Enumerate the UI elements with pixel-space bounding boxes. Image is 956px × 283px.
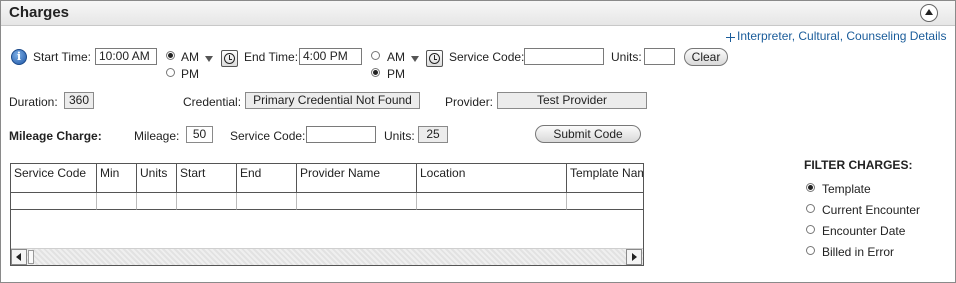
end-clock-icon[interactable]	[426, 50, 443, 67]
table-cell	[567, 193, 643, 210]
col-min[interactable]: Min	[97, 164, 137, 193]
col-service-code[interactable]: Service Code	[11, 164, 97, 193]
clear-button[interactable]: Clear	[684, 48, 728, 66]
mileage-units-value: 25	[418, 126, 448, 143]
end-pm-radio[interactable]	[371, 68, 380, 77]
table-cell	[177, 193, 237, 210]
scroll-thumb[interactable]	[28, 250, 34, 264]
collapse-up-icon[interactable]	[920, 4, 938, 22]
filter-charges-title: FILTER CHARGES:	[804, 158, 913, 172]
col-end[interactable]: End	[237, 164, 297, 193]
table-cell	[237, 193, 297, 210]
horizontal-scrollbar[interactable]	[11, 248, 643, 265]
table-cell	[11, 193, 97, 210]
charges-table: Service Code Min Units Start End Provide…	[10, 163, 644, 266]
filter-current-encounter-radio[interactable]	[806, 204, 815, 213]
col-provider-name[interactable]: Provider Name	[297, 164, 417, 193]
filter-billed-in-error-label: Billed in Error	[822, 245, 895, 259]
end-am-label: AM	[387, 50, 405, 64]
start-clock-icon[interactable]	[221, 50, 238, 67]
mileage-units-label: Units:	[384, 129, 415, 143]
col-units[interactable]: Units	[137, 164, 177, 193]
info-icon[interactable]: i	[11, 49, 27, 65]
start-pm-label: PM	[181, 67, 199, 81]
table-cell	[297, 193, 417, 210]
start-time-label: Start Time:	[33, 50, 92, 64]
table-cell	[97, 193, 137, 210]
submit-code-button[interactable]: Submit Code	[535, 125, 641, 143]
start-am-label: AM	[181, 50, 199, 64]
filter-encounter-date-radio[interactable]	[806, 225, 815, 234]
col-location[interactable]: Location	[417, 164, 567, 193]
panel-header: Charges	[1, 1, 955, 26]
table-cell	[137, 193, 177, 210]
duration-label: Duration:	[9, 95, 58, 109]
provider-label: Provider:	[445, 95, 494, 109]
scroll-left-icon[interactable]	[11, 249, 27, 265]
credential-value: Primary Credential Not Found	[245, 92, 420, 109]
credential-label: Credential:	[183, 95, 242, 109]
scroll-right-icon[interactable]	[626, 249, 642, 265]
end-pm-label: PM	[387, 67, 405, 81]
start-pm-radio[interactable]	[166, 68, 175, 77]
filter-template-radio[interactable]	[806, 183, 815, 192]
filter-encounter-date-label: Encounter Date	[822, 224, 906, 238]
provider-value: Test Provider	[497, 92, 647, 109]
end-time-dropdown-icon[interactable]	[411, 56, 419, 62]
end-time-input[interactable]: 4:00 PM	[299, 48, 362, 65]
start-time-input[interactable]: 10:00 AM	[95, 48, 157, 65]
mileage-service-code-input[interactable]	[306, 126, 376, 143]
charges-panel: Charges Interpreter, Cultural, Counselin…	[0, 0, 956, 283]
service-code-input[interactable]	[524, 48, 604, 65]
mileage-label: Mileage:	[134, 129, 180, 143]
filter-billed-in-error-radio[interactable]	[806, 246, 815, 255]
panel-title: Charges	[9, 4, 70, 21]
filter-current-encounter-label: Current Encounter	[822, 203, 921, 217]
start-am-radio[interactable]	[166, 51, 175, 60]
start-time-dropdown-icon[interactable]	[205, 56, 213, 62]
units-label: Units:	[611, 50, 642, 64]
mileage-input[interactable]: 50	[186, 126, 213, 143]
mileage-service-code-label: Service Code:	[230, 129, 306, 143]
units-input[interactable]	[644, 48, 675, 65]
interpreter-details-link[interactable]: Interpreter, Cultural, Counseling Detail…	[737, 29, 946, 43]
service-code-label: Service Code:	[449, 50, 525, 64]
end-time-label: End Time:	[244, 50, 299, 64]
move-arrows-icon	[726, 33, 735, 42]
col-start[interactable]: Start	[177, 164, 237, 193]
filter-template-label: Template	[822, 182, 871, 196]
mileage-charge-label: Mileage Charge:	[9, 129, 102, 143]
duration-value: 360	[64, 92, 94, 109]
col-template-name[interactable]: Template Name	[567, 164, 643, 193]
table-cell	[417, 193, 567, 210]
end-am-radio[interactable]	[371, 51, 380, 60]
